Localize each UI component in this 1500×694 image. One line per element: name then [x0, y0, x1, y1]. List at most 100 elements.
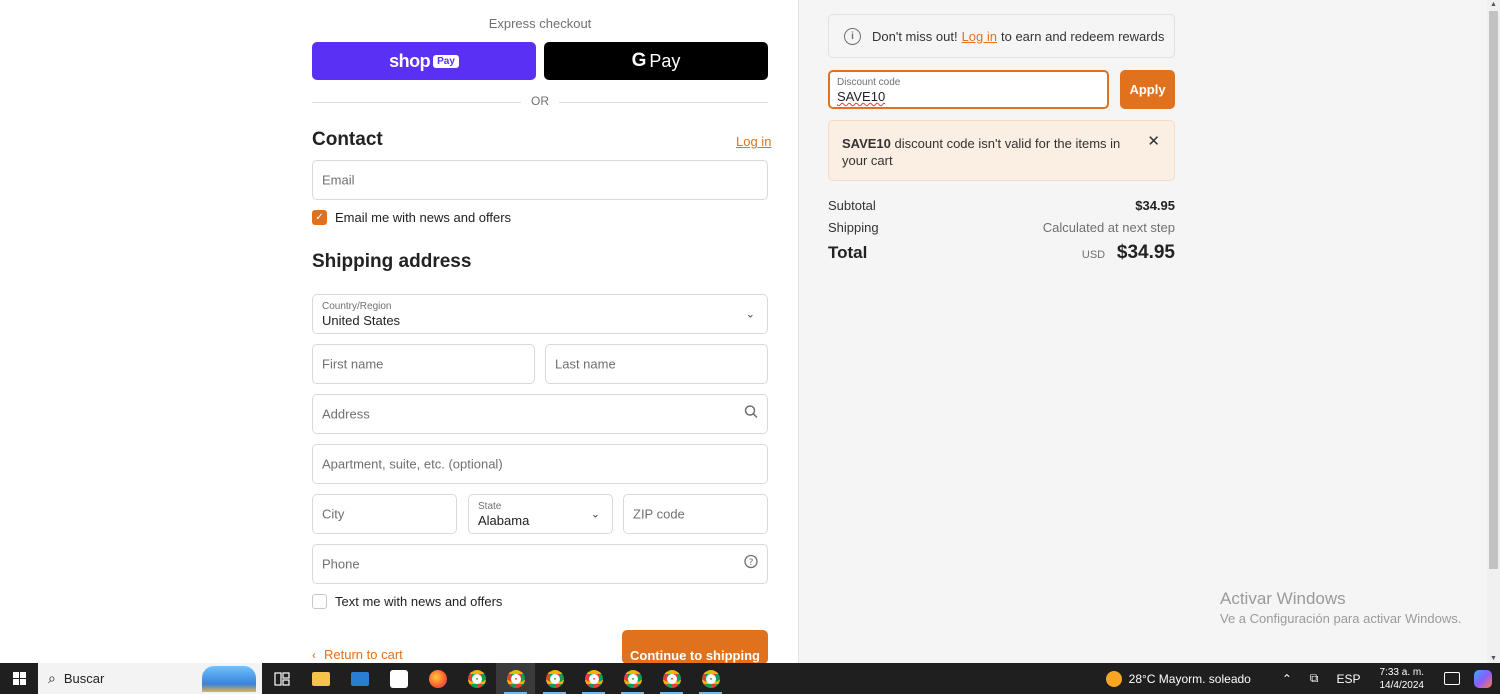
- system-tray: 28°C Mayorm. soleado ⌃ ⧉ ESP 7:33 a. m. …: [1105, 663, 1500, 694]
- chrome-profile-icon[interactable]: [613, 663, 652, 694]
- svg-text:?: ?: [749, 558, 754, 568]
- network-icon[interactable]: ⧉: [1310, 671, 1319, 686]
- subtotal-value: $34.95: [1135, 198, 1175, 213]
- windows-taskbar: ⌕ Buscar 28°C Mayorm. soleado ⌃ ⧉ ESP 7:…: [0, 663, 1500, 694]
- discount-value: SAVE10: [837, 89, 886, 104]
- or-label: OR: [531, 94, 549, 108]
- store-icon[interactable]: [379, 663, 418, 694]
- email-offers-label: Email me with news and offers: [335, 210, 512, 225]
- firefox-icon[interactable]: [418, 663, 457, 694]
- search-icon: [744, 405, 758, 424]
- country-select[interactable]: Country/Region United States ⌄: [312, 294, 768, 334]
- info-icon: i: [844, 27, 861, 45]
- email-offers-row[interactable]: ✓ Email me with news and offers: [312, 210, 511, 225]
- error-code: SAVE10: [842, 136, 891, 151]
- weather-widget[interactable]: 28°C Mayorm. soleado: [1105, 670, 1251, 687]
- help-icon[interactable]: ?: [744, 554, 758, 574]
- chevron-left-icon: ‹: [312, 647, 316, 662]
- chrome-profile-icon[interactable]: [691, 663, 730, 694]
- shipping-label: Shipping: [828, 220, 879, 235]
- last-name-field[interactable]: Last name: [545, 344, 768, 384]
- continue-label: Continue to shipping: [630, 648, 760, 663]
- shop-pay-tag: Pay: [433, 54, 459, 68]
- taskbar-search[interactable]: ⌕ Buscar: [38, 663, 262, 694]
- discount-label: Discount code: [837, 77, 901, 88]
- email-field[interactable]: Email: [312, 160, 768, 200]
- language-indicator[interactable]: ESP: [1336, 672, 1360, 686]
- shop-pay-button[interactable]: shop Pay: [312, 42, 536, 80]
- contact-heading: Contact: [312, 129, 383, 150]
- return-to-cart-link[interactable]: ‹ Return to cart: [312, 647, 403, 662]
- subtotal-label: Subtotal: [828, 198, 876, 213]
- shop-pay-wordmark: shop: [389, 50, 431, 71]
- discount-error-banner: SAVE10 discount code isn't valid for the…: [828, 120, 1175, 181]
- google-pay-label: Pay: [649, 50, 681, 71]
- chevron-up-icon[interactable]: ⌃: [1282, 672, 1292, 686]
- city-field[interactable]: City: [312, 494, 457, 534]
- address-field[interactable]: Address: [312, 394, 768, 434]
- total-label: Total: [828, 243, 868, 262]
- sun-icon: [1105, 670, 1122, 687]
- copilot-icon[interactable]: [1474, 669, 1492, 688]
- clock[interactable]: 7:33 a. m. 14/4/2024: [1380, 666, 1425, 692]
- google-pay-button[interactable]: G Pay: [544, 42, 768, 80]
- rewards-banner: i Don't miss out! Log in to earn and red…: [828, 14, 1175, 58]
- weather-text: 28°C Mayorm. soleado: [1128, 671, 1251, 686]
- zip-placeholder: ZIP code: [633, 506, 685, 522]
- state-label: State: [478, 501, 502, 512]
- discount-code-field[interactable]: Discount code SAVE10: [828, 70, 1109, 109]
- country-label: Country/Region: [322, 301, 392, 312]
- total-currency: USD: [1081, 249, 1106, 261]
- apply-button[interactable]: Apply: [1120, 70, 1175, 109]
- rewards-suffix: to earn and redeem rewards: [1001, 28, 1165, 44]
- scrollbar-thumb[interactable]: [1489, 11, 1498, 569]
- subtotal-row: Subtotal $34.95: [828, 198, 1175, 213]
- return-to-cart-label: Return to cart: [324, 647, 403, 662]
- text-offers-label: Text me with news and offers: [335, 594, 503, 609]
- close-icon[interactable]: ✕: [1147, 133, 1160, 150]
- total-value: $34.95: [1116, 242, 1175, 263]
- scroll-up-icon[interactable]: ▲: [1489, 1, 1498, 8]
- first-name-field[interactable]: First name: [312, 344, 535, 384]
- apply-label: Apply: [1129, 82, 1166, 97]
- file-explorer-icon[interactable]: [301, 663, 340, 694]
- task-view-icon[interactable]: [262, 663, 301, 694]
- start-button[interactable]: [0, 663, 38, 694]
- watermark-line-2: Ve a Configuración para activar Windows.: [1220, 611, 1462, 626]
- clock-time: 7:33 a. m.: [1379, 666, 1424, 678]
- clock-date: 14/4/2024: [1379, 679, 1425, 691]
- chrome-profile-icon[interactable]: [496, 663, 535, 694]
- zip-field[interactable]: ZIP code: [623, 494, 768, 534]
- page-scrollbar[interactable]: ▲ ▼: [1487, 0, 1500, 663]
- chrome-profile-icon[interactable]: [535, 663, 574, 694]
- continue-to-shipping-button[interactable]: Continue to shipping: [622, 630, 768, 664]
- apartment-field[interactable]: Apartment, suite, etc. (optional): [312, 444, 768, 484]
- total-row: Total USD $34.95: [828, 242, 1175, 264]
- last-name-placeholder: Last name: [555, 356, 616, 372]
- chrome-icon[interactable]: [457, 663, 496, 694]
- chevron-down-icon: ⌄: [745, 308, 755, 321]
- or-divider: OR: [312, 94, 768, 110]
- mail-icon[interactable]: [340, 663, 379, 694]
- phone-field[interactable]: Phone ?: [312, 544, 768, 584]
- google-g-icon: G: [631, 50, 647, 71]
- state-select[interactable]: State Alabama ⌄: [468, 494, 613, 534]
- chrome-profile-icon[interactable]: [574, 663, 613, 694]
- chevron-down-icon: ⌄: [590, 508, 600, 521]
- address-placeholder: Address: [322, 406, 370, 422]
- text-offers-checkbox[interactable]: [312, 594, 327, 609]
- first-name-placeholder: First name: [322, 356, 384, 372]
- chrome-profile-icon[interactable]: [652, 663, 691, 694]
- search-highlight-image: [202, 666, 256, 692]
- scroll-down-icon[interactable]: ▼: [1489, 655, 1498, 662]
- contact-login-link[interactable]: Log in: [736, 134, 771, 149]
- rewards-login-link[interactable]: Log in: [962, 29, 997, 44]
- email-offers-checkbox[interactable]: ✓: [312, 210, 327, 225]
- notifications-icon[interactable]: [1444, 672, 1460, 685]
- shipping-row: Shipping Calculated at next step: [828, 220, 1175, 235]
- text-offers-row[interactable]: Text me with news and offers: [312, 594, 502, 609]
- state-value: Alabama: [478, 513, 530, 528]
- rewards-prefix: Don't miss out!: [872, 28, 958, 44]
- watermark-line-1: Activar Windows: [1220, 589, 1346, 608]
- phone-placeholder: Phone: [322, 556, 360, 572]
